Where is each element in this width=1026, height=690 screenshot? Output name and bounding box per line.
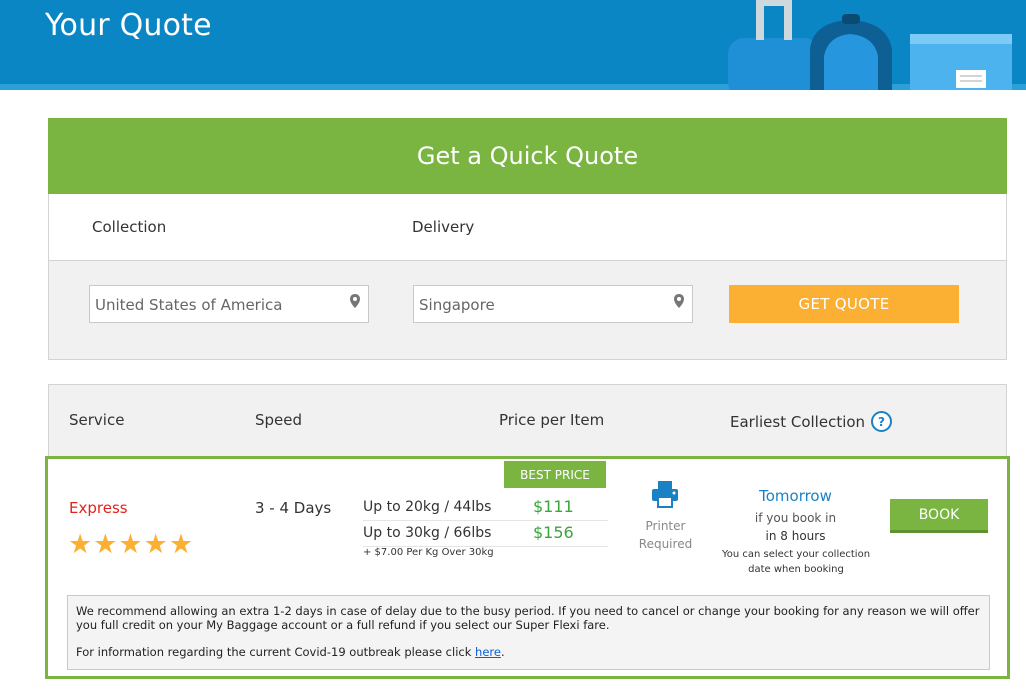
- price-tier-weight: Up to 20kg / 44lbs: [363, 499, 492, 515]
- service-name: Express: [69, 499, 128, 517]
- notice-paragraph: We recommend allowing an extra 1-2 days …: [76, 604, 980, 632]
- extra-weight-note: + $7.00 Per Kg Over 30kg: [363, 547, 494, 558]
- printer-required-label: Printer Required: [618, 517, 713, 553]
- service-row-express: Express ★★★★★ 3 - 4 Days BEST PRICE Up t…: [45, 456, 1010, 679]
- results-table-header: Service Speed Price per Item Earliest Co…: [48, 384, 1007, 456]
- get-quote-button[interactable]: GET QUOTE: [729, 285, 959, 323]
- covid-notice-suffix: .: [500, 645, 505, 659]
- covid-notice-paragraph: For information regarding the current Co…: [76, 645, 981, 659]
- book-in-text: if you book in: [754, 511, 837, 525]
- collection-day: Tomorrow: [759, 487, 832, 505]
- collection-input-value: United States of America: [95, 296, 283, 314]
- speed-column-header: Speed: [255, 411, 303, 429]
- price-tier-row: Up to 20kg / 44lbs $111: [363, 495, 608, 521]
- location-pin-icon: [674, 294, 684, 308]
- price-column-header: Price per Item: [499, 411, 605, 429]
- printer-label-line2: Required: [638, 537, 693, 551]
- collection-date-note: You can select your collection date when…: [721, 549, 871, 575]
- collection-label: Collection: [92, 218, 167, 236]
- quick-quote-title: Get a Quick Quote: [416, 142, 639, 170]
- earliest-collection-column-header: Earliest Collection: [730, 413, 866, 431]
- star-rating: ★★★★★: [68, 529, 195, 560]
- quick-quote-form: United States of America Singapore GET Q…: [48, 260, 1007, 360]
- service-speed: 3 - 4 Days: [255, 499, 332, 517]
- service-column-header: Service: [69, 411, 125, 429]
- hours-remaining: in 8 hours: [765, 529, 826, 543]
- delivery-label: Delivery: [412, 218, 475, 236]
- printer-icon: [652, 481, 678, 508]
- delivery-input-value: Singapore: [419, 296, 495, 314]
- page-title: Your Quote: [45, 8, 212, 43]
- help-icon[interactable]: ?: [871, 411, 892, 432]
- book-button[interactable]: BOOK: [890, 499, 988, 533]
- delivery-input[interactable]: Singapore: [413, 285, 693, 323]
- location-pin-icon: [350, 294, 360, 308]
- covid-notice-text: For information regarding the current Co…: [76, 645, 476, 659]
- quick-quote-labels: Collection Delivery: [48, 194, 1007, 260]
- price-tier-price: $156: [533, 523, 574, 542]
- covid-info-link[interactable]: here: [475, 645, 501, 659]
- printer-label-line1: Printer: [645, 519, 686, 533]
- delay-notice: We recommend allowing an extra 1-2 days …: [67, 595, 990, 670]
- price-tier-row: Up to 30kg / 66lbs $156: [363, 521, 608, 547]
- page-header: Your Quote: [0, 0, 1026, 90]
- best-price-badge: BEST PRICE: [504, 461, 606, 488]
- quick-quote-banner: Get a Quick Quote: [48, 118, 1007, 194]
- price-tier-weight: Up to 30kg / 66lbs: [363, 525, 492, 541]
- luggage-illustration-icon: [728, 0, 1012, 90]
- collection-input[interactable]: United States of America: [89, 285, 369, 323]
- price-tier-price: $111: [533, 497, 574, 516]
